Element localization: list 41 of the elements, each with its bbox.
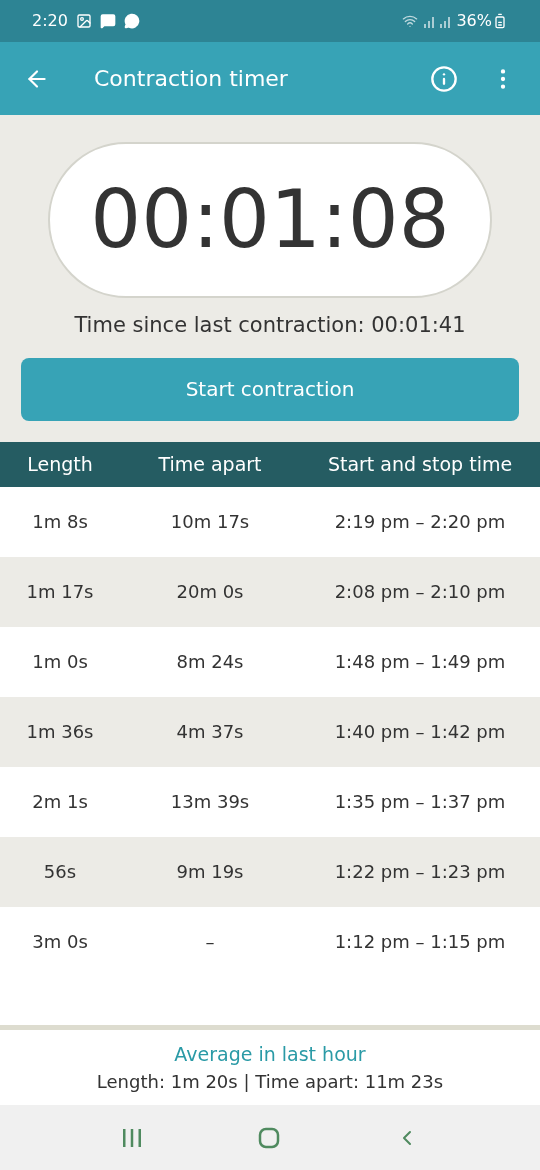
table-cell-text: 1m 36s (25, 720, 95, 744)
image-icon (75, 13, 92, 29)
table-cell-text: 8m 24s (175, 650, 245, 674)
wifi-icon (402, 13, 419, 29)
battery-icon (492, 13, 508, 29)
column-header: Time apart (157, 451, 263, 477)
app-title: Contraction timer (94, 65, 289, 93)
table-cell-text: 2:08 pm – 2:10 pm (333, 580, 507, 604)
table-cell-text: 3m 0s (31, 930, 89, 954)
table-cell-text: 13m 39s (169, 790, 251, 814)
table-cell-text: 1m 0s (31, 650, 89, 674)
column-header: Start and stop time (326, 451, 514, 477)
table-cell-text: 20m 0s (175, 580, 245, 604)
table-cell-text: – (204, 930, 216, 954)
clock: 2:20 (32, 10, 68, 32)
table-cell-text: 56s (42, 860, 78, 884)
info-icon[interactable] (430, 64, 458, 93)
summary-text: Length: 1m 20s | Time apart: 11m 23s (96, 1070, 444, 1095)
column-header: Length (26, 451, 94, 477)
battery-percent: 36% (456, 10, 492, 32)
summary-title: Average in last hour (174, 1041, 366, 1067)
start-contraction-button[interactable]: Start contraction (21, 357, 519, 421)
home-icon[interactable] (258, 1126, 280, 1149)
table-cell-text: 1:48 pm – 1:49 pm (333, 650, 507, 674)
table-cell-text: 1:35 pm – 1:37 pm (333, 790, 507, 814)
timer-display: 00:01:08 (48, 142, 492, 298)
table-cell-text: 10m 17s (169, 510, 251, 534)
table-cell-text: 2m 1s (31, 790, 89, 814)
time-since-label: Time since last contraction: 00:01:41 (74, 312, 466, 339)
chat-icon (123, 13, 140, 29)
table-cell-text: 1:22 pm – 1:23 pm (333, 860, 507, 884)
table-cell-text: 4m 37s (175, 720, 245, 744)
table-cell-text: 1:40 pm – 1:42 pm (333, 720, 507, 744)
table-cell-text: 2:19 pm – 2:20 pm (333, 510, 507, 534)
table-cell-text: 1m 8s (31, 510, 89, 534)
signal-icon (422, 14, 453, 28)
table-cell-text: 1:12 pm – 1:15 pm (333, 930, 507, 954)
table-cell-text: 1m 17s (25, 580, 95, 604)
message-icon (99, 13, 116, 29)
table-cell-text: 9m 19s (175, 860, 245, 884)
recent-apps-icon[interactable] (121, 1127, 144, 1148)
